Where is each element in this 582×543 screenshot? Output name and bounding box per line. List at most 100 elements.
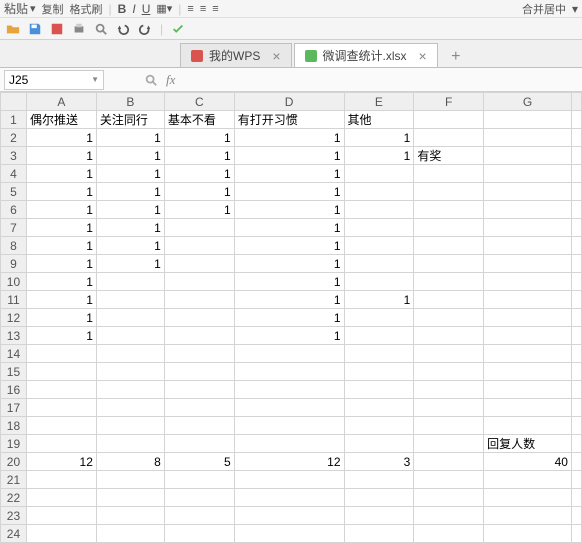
cell[interactable] (571, 471, 581, 489)
col-header[interactable]: E (344, 93, 414, 111)
underline-button[interactable]: U (142, 2, 151, 16)
cell[interactable]: 1 (164, 165, 234, 183)
cell[interactable] (344, 525, 414, 543)
cell[interactable] (96, 417, 164, 435)
cell[interactable]: 1 (234, 255, 344, 273)
cell[interactable] (26, 435, 96, 453)
cell[interactable] (484, 237, 572, 255)
cell[interactable] (26, 363, 96, 381)
cell[interactable]: 1 (26, 291, 96, 309)
row-header[interactable]: 8 (1, 237, 27, 255)
cell[interactable] (414, 345, 484, 363)
cell[interactable] (26, 489, 96, 507)
cell[interactable] (96, 345, 164, 363)
align-left-button[interactable]: ≡ (187, 3, 193, 15)
col-header[interactable] (571, 93, 581, 111)
row-header[interactable]: 17 (1, 399, 27, 417)
cell[interactable] (234, 363, 344, 381)
cell[interactable] (571, 525, 581, 543)
cell[interactable]: 1 (164, 147, 234, 165)
row-header[interactable]: 1 (1, 111, 27, 129)
cell[interactable]: 1 (234, 129, 344, 147)
open-icon[interactable] (6, 22, 20, 36)
cell[interactable]: 1 (26, 147, 96, 165)
close-icon[interactable]: × (272, 48, 280, 64)
cell[interactable] (344, 183, 414, 201)
cell[interactable] (344, 489, 414, 507)
cell[interactable]: 12 (234, 453, 344, 471)
cell[interactable]: 其他 (344, 111, 414, 129)
cell[interactable] (234, 399, 344, 417)
cell[interactable] (414, 525, 484, 543)
row-header[interactable]: 15 (1, 363, 27, 381)
cell[interactable] (414, 417, 484, 435)
row-header[interactable]: 12 (1, 309, 27, 327)
cell[interactable] (484, 507, 572, 525)
close-icon[interactable]: × (419, 48, 427, 64)
cell[interactable]: 1 (26, 165, 96, 183)
cell[interactable]: 1 (234, 183, 344, 201)
cell[interactable] (344, 417, 414, 435)
cell[interactable]: 有打开习惯 (234, 111, 344, 129)
row-header[interactable]: 9 (1, 255, 27, 273)
print-icon[interactable] (72, 22, 86, 36)
col-header[interactable]: A (26, 93, 96, 111)
copy-button[interactable]: 复制 (42, 1, 64, 17)
row-header[interactable]: 22 (1, 489, 27, 507)
cell[interactable] (414, 309, 484, 327)
cell[interactable] (164, 237, 234, 255)
cell[interactable] (484, 219, 572, 237)
cell[interactable]: 1 (26, 327, 96, 345)
cell[interactable] (414, 291, 484, 309)
cell[interactable]: 1 (344, 291, 414, 309)
cell[interactable] (484, 183, 572, 201)
cell[interactable] (164, 273, 234, 291)
tab-file[interactable]: 微调查统计.xlsx × (294, 43, 438, 67)
cell[interactable] (234, 417, 344, 435)
cell[interactable] (414, 507, 484, 525)
cell[interactable]: 1 (234, 219, 344, 237)
cell[interactable] (164, 291, 234, 309)
cell[interactable]: 回复人数 (484, 435, 572, 453)
cell[interactable] (164, 417, 234, 435)
cell[interactable] (164, 471, 234, 489)
fx-label[interactable]: fx (166, 72, 175, 88)
cell[interactable] (234, 471, 344, 489)
cell[interactable]: 1 (96, 201, 164, 219)
cell[interactable] (571, 489, 581, 507)
cell[interactable]: 1 (96, 255, 164, 273)
cell[interactable] (414, 471, 484, 489)
cell[interactable] (96, 471, 164, 489)
cell[interactable] (414, 399, 484, 417)
cell[interactable] (26, 345, 96, 363)
row-header[interactable]: 11 (1, 291, 27, 309)
cell[interactable] (344, 165, 414, 183)
cell[interactable]: 1 (96, 129, 164, 147)
cell[interactable]: 1 (234, 201, 344, 219)
cell[interactable] (484, 147, 572, 165)
cell[interactable] (234, 345, 344, 363)
cell[interactable]: 1 (26, 219, 96, 237)
cell[interactable]: 1 (96, 219, 164, 237)
format-painter-button[interactable]: 格式刷 (70, 1, 103, 17)
cell[interactable] (484, 291, 572, 309)
cell[interactable] (96, 327, 164, 345)
cell[interactable] (484, 129, 572, 147)
cell[interactable] (571, 345, 581, 363)
cell[interactable] (26, 471, 96, 489)
cell[interactable] (164, 399, 234, 417)
cell[interactable] (484, 363, 572, 381)
cell[interactable] (96, 363, 164, 381)
cell[interactable] (414, 381, 484, 399)
cell[interactable] (414, 237, 484, 255)
col-header[interactable]: C (164, 93, 234, 111)
cell[interactable] (96, 399, 164, 417)
align-center-button[interactable]: ≡ (200, 3, 206, 15)
cell[interactable]: 3 (344, 453, 414, 471)
col-header[interactable]: B (96, 93, 164, 111)
cell[interactable] (414, 183, 484, 201)
redo-icon[interactable] (138, 22, 152, 36)
cell[interactable]: 1 (164, 201, 234, 219)
cell[interactable]: 1 (234, 147, 344, 165)
row-header[interactable]: 16 (1, 381, 27, 399)
